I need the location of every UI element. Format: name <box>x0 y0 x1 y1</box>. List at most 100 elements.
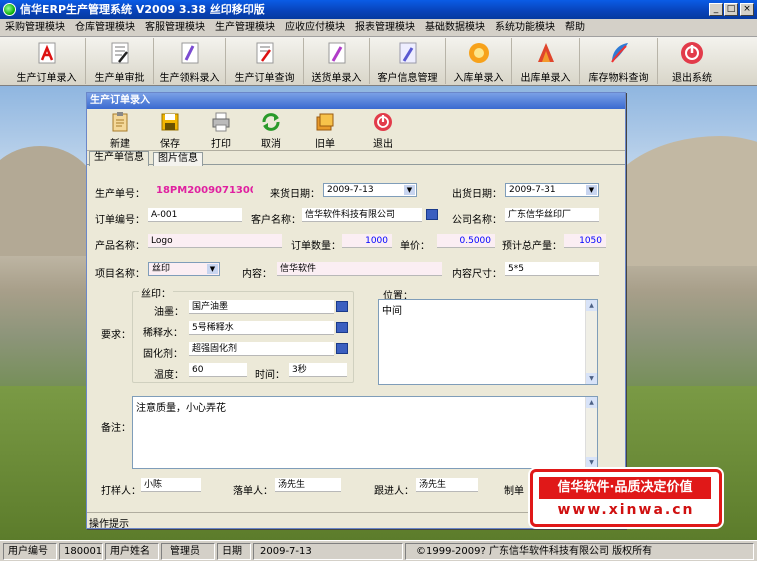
old-order-stack-icon <box>316 113 334 131</box>
date-value: 2009-7-13 <box>253 543 403 560</box>
toolbar-order-approve-button[interactable]: 生产单审批 <box>86 38 154 84</box>
curing-agent-picker-icon[interactable] <box>336 343 348 354</box>
chevron-down-icon[interactable]: ▼ <box>207 264 218 274</box>
customer-info-icon <box>399 42 416 64</box>
date-label: 日期 <box>217 543 251 560</box>
ship-date-picker[interactable]: 2009-7-31 ▼ <box>505 183 599 197</box>
thinner-picker-icon[interactable] <box>336 322 348 333</box>
order-quantity-field[interactable]: 1000 <box>342 234 392 248</box>
new-button[interactable]: 新建 <box>100 111 140 150</box>
print-button[interactable]: 打印 <box>201 111 241 150</box>
product-name-label: 产品名称： <box>95 241 145 252</box>
user-name-label: 用户姓名 <box>105 543 159 560</box>
chevron-down-icon[interactable]: ▼ <box>586 185 597 195</box>
close-button[interactable]: × <box>740 3 754 16</box>
chevron-down-icon[interactable]: ▼ <box>404 185 415 195</box>
position-textarea[interactable]: 中间 ▲ ▼ <box>378 299 598 385</box>
content-field[interactable]: 信华软件 <box>277 262 442 276</box>
toolbar-stock-in-button[interactable]: 入库单录入 <box>446 38 512 84</box>
production-order-form: 生产订单录入 新建 保存 打印 取消 旧单 退出 生产单信息 图片信息 生产单号… <box>86 92 626 530</box>
toolbar-exit-button[interactable]: 退出系统 <box>658 38 726 84</box>
user-number-value: 180001 <box>59 543 103 560</box>
remark-label: 备注： <box>101 423 131 434</box>
content-label: 内容： <box>242 269 272 280</box>
ink-field[interactable]: 国产油墨 <box>189 300 334 314</box>
placer-field[interactable]: 汤先生 <box>275 478 341 492</box>
company-name-label: 公司名称： <box>452 215 502 226</box>
toolbar-delivery-button[interactable]: 送货单录入 <box>304 38 370 84</box>
app-icon[interactable] <box>3 3 16 16</box>
product-name-field[interactable]: Logo <box>148 234 282 248</box>
thinner-field[interactable]: 5号稀释水 <box>189 321 334 335</box>
old-order-button[interactable]: 旧单 <box>305 111 345 150</box>
menu-warehouse[interactable]: 仓库管理模块 <box>70 19 140 36</box>
company-name-field[interactable]: 广东信华丝印厂 <box>505 208 599 222</box>
toolbar-stock-out-button[interactable]: 出库单录入 <box>512 38 580 84</box>
user-number-label: 用户编号 <box>3 543 57 560</box>
menu-system[interactable]: 系统功能模块 <box>490 19 560 36</box>
unit-price-field[interactable]: 0.5000 <box>437 234 495 248</box>
order-number-field[interactable]: A-001 <box>148 208 242 222</box>
menu-purchase[interactable]: 采购管理模块 <box>0 19 70 36</box>
form-toolbar: 新建 保存 打印 取消 旧单 退出 <box>87 109 625 151</box>
menu-production[interactable]: 生产管理模块 <box>210 19 280 36</box>
customer-picker-icon[interactable] <box>426 209 438 220</box>
toolbar-order-entry-button[interactable]: 生产订单录入 <box>8 38 86 84</box>
placer-label: 落单人： <box>233 486 273 497</box>
menu-report[interactable]: 报表管理模块 <box>350 19 420 36</box>
remark-scrollbar[interactable]: ▲ ▼ <box>585 397 597 468</box>
exit-button[interactable]: 退出 <box>363 111 403 150</box>
proofer-field[interactable]: 小陈 <box>141 478 201 492</box>
remark-textarea[interactable]: 注意质量，小心弄花 ▲ ▼ <box>132 396 598 469</box>
time-field[interactable]: 3秒 <box>289 363 347 377</box>
watermark-url: www.xinwa.cn <box>557 502 695 518</box>
project-name-select[interactable]: 丝印 ▼ <box>148 262 220 276</box>
thinner-label: 稀释水： <box>143 328 183 339</box>
production-number-label: 生产单号： <box>95 189 145 200</box>
user-name-value: 管理员 <box>161 543 215 560</box>
temperature-field[interactable]: 60 <box>189 363 247 377</box>
toolbar-inventory-button[interactable]: 库存物料查询 <box>580 38 658 84</box>
cancel-button[interactable]: 取消 <box>251 111 291 150</box>
estimated-output-label: 预计总产量： <box>502 241 562 252</box>
curing-agent-field[interactable]: 超强固化剂 <box>189 342 334 356</box>
receive-date-label: 来货日期： <box>270 189 320 200</box>
approve-document-icon <box>111 42 128 64</box>
inventory-query-icon <box>610 43 628 63</box>
toolbar-material-button[interactable]: 生产领料录入 <box>154 38 226 84</box>
menu-help[interactable]: 帮助 <box>560 19 590 36</box>
curing-agent-label: 固化剂： <box>143 349 183 360</box>
maker-label: 制单 <box>504 486 524 497</box>
new-clipboard-icon <box>112 112 128 132</box>
customer-name-field[interactable]: 信华软件科技有限公司 <box>302 208 422 222</box>
copyright-text: ©1999-2009? 广东信华软件科技有限公司 版权所有 <box>405 543 754 560</box>
toolbar-customer-button[interactable]: 客户信息管理 <box>370 38 446 84</box>
exit-power-icon <box>681 42 703 64</box>
maximize-button[interactable]: □ <box>724 3 738 16</box>
ink-picker-icon[interactable] <box>336 301 348 312</box>
follower-label: 跟进人： <box>374 486 414 497</box>
status-bar: 用户编号 180001 用户姓名 管理员 日期 2009-7-13 ©1999-… <box>0 540 757 561</box>
tab-production-info[interactable]: 生产单信息 <box>89 151 149 166</box>
menu-receivable-payable[interactable]: 应收应付模块 <box>280 19 350 36</box>
save-button[interactable]: 保存 <box>150 111 190 150</box>
menu-customer-service[interactable]: 客服管理模块 <box>140 19 210 36</box>
position-scrollbar[interactable]: ▲ ▼ <box>585 300 597 384</box>
operation-hint: 操作提示 <box>89 519 129 530</box>
content-size-field[interactable]: 5*5 <box>505 262 599 276</box>
pdf-document-icon <box>38 42 55 64</box>
follower-field[interactable]: 汤先生 <box>416 478 478 492</box>
toolbar-order-query-button[interactable]: 生产订单查询 <box>226 38 304 84</box>
minimize-button[interactable]: _ <box>709 3 723 16</box>
receive-date-picker[interactable]: 2009-7-13 ▼ <box>323 183 417 197</box>
form-title: 生产订单录入 <box>87 93 625 109</box>
refresh-arrows-icon <box>262 113 280 131</box>
tab-picture-info[interactable]: 图片信息 <box>153 152 203 166</box>
time-label: 时间： <box>255 370 285 381</box>
brand-watermark-logo: 信华软件·品质决定价值 www.xinwa.cn <box>530 469 722 527</box>
estimated-output-field[interactable]: 1050 <box>564 234 606 248</box>
delivery-note-icon <box>328 42 345 64</box>
save-disk-icon <box>161 113 179 131</box>
menu-basic-data[interactable]: 基础数据模块 <box>420 19 490 36</box>
order-query-icon <box>256 42 273 64</box>
